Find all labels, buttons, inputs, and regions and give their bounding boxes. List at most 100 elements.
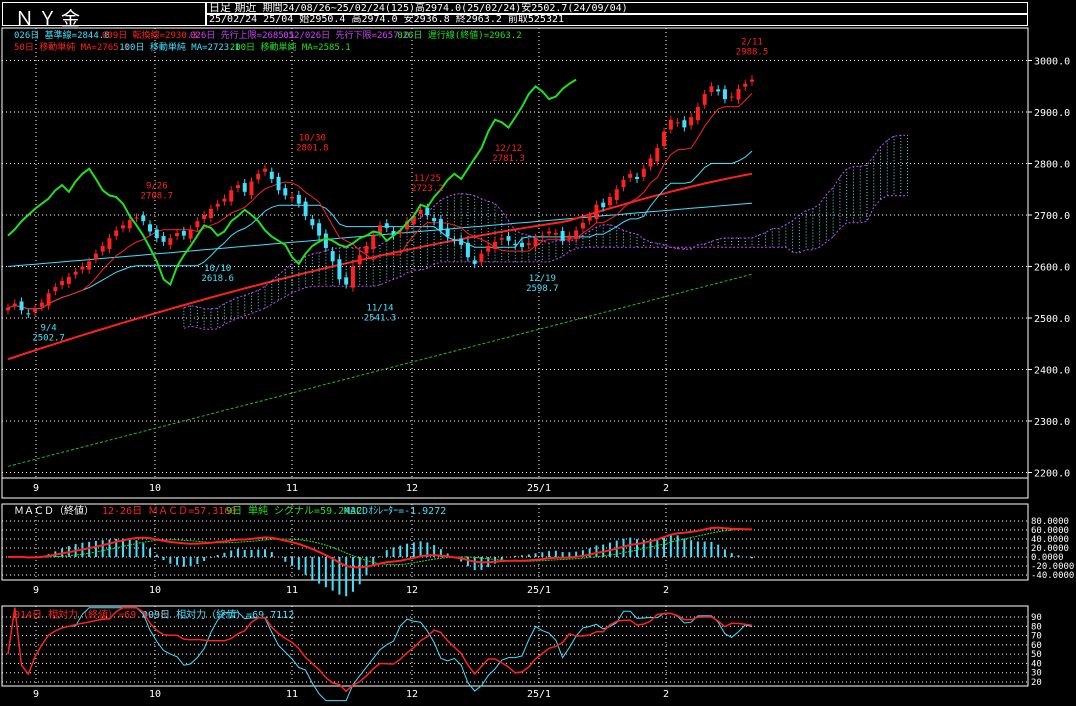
rsi-xtick-label: 12	[406, 689, 418, 700]
candle-body	[682, 120, 687, 128]
candle-body	[425, 207, 430, 215]
annotation-value: 2541.3	[364, 314, 397, 324]
candle-body	[587, 216, 592, 221]
candle-body	[208, 208, 213, 219]
candle-body	[357, 255, 362, 265]
price-xtick-label: 25/1	[527, 483, 551, 494]
rsi-xtick-label: 10	[149, 689, 161, 700]
candle-body	[168, 238, 173, 245]
price-xtick-label: 2	[663, 483, 669, 494]
candle-body	[80, 266, 85, 270]
rsi-xtick-label: 11	[286, 689, 298, 700]
rsi-xtick-label: 9	[33, 689, 39, 700]
macd-xtick-label: 10	[149, 585, 161, 596]
candle-body	[310, 219, 315, 226]
annotation-date: 11/14	[366, 304, 393, 314]
rsi-ytick-label: 20	[1031, 678, 1042, 688]
candle-body	[337, 259, 342, 280]
candle-body	[344, 277, 349, 285]
price-legend-item: 052/026日 先行下限=2657.0	[283, 29, 409, 41]
candle-body	[492, 241, 497, 249]
candle-body	[621, 179, 626, 188]
candle-body	[188, 229, 193, 239]
candle-body	[269, 171, 274, 179]
candle-body	[526, 243, 531, 245]
candle-body	[432, 218, 437, 222]
candle-body	[215, 203, 220, 207]
macd-title: ＭＡＣＤ（終値）	[14, 504, 94, 517]
candle-body	[547, 231, 552, 234]
candle-body	[134, 217, 139, 219]
candle-body	[114, 230, 119, 237]
price-xtick-label: 11	[286, 483, 298, 494]
price-ytick-label: 2500.0	[1034, 314, 1070, 325]
candle-body	[19, 301, 24, 311]
annotation-value: 2781.3	[492, 154, 525, 164]
candle-body	[127, 220, 132, 229]
candle-body	[323, 233, 328, 248]
candle-body	[148, 224, 153, 232]
candle-body	[350, 266, 355, 288]
price-legend-item: 026日 基準線=2844.8	[14, 29, 110, 41]
candle-body	[580, 222, 585, 229]
candle-body	[161, 236, 166, 242]
candle-body	[689, 117, 694, 126]
macd-xtick-label: 2	[663, 585, 669, 596]
candle-body	[107, 238, 112, 249]
annotation-date: 2/11	[741, 37, 763, 47]
candle-body	[722, 89, 727, 100]
price-legend-item: 009日 転換線=2930.3	[102, 29, 198, 41]
candle-body	[290, 196, 295, 199]
chikou-span-line	[7, 78, 577, 287]
candle-body	[452, 239, 457, 241]
candle-body	[303, 201, 308, 217]
candle-body	[296, 194, 301, 204]
price-legend-item: 026日 先行上限=2685.1	[190, 29, 295, 41]
macd-xtick-label: 11	[286, 585, 298, 596]
candle-body	[445, 228, 450, 237]
candle-body	[249, 181, 254, 195]
candle-body	[465, 242, 470, 258]
ma-legend-item: 200日 移動単純 MA=2585.1	[230, 41, 351, 53]
price-xtick-label: 12	[406, 483, 418, 494]
candle-body	[87, 261, 92, 270]
price-ytick-label: 2300.0	[1034, 417, 1070, 428]
annotation-date: 9/26	[146, 182, 168, 192]
candle-body	[702, 93, 707, 105]
candle-body	[743, 83, 748, 87]
price-ytick-label: 3000.0	[1034, 57, 1070, 68]
candle-body	[60, 280, 65, 286]
candle-body	[662, 131, 667, 146]
candle-body	[574, 230, 579, 239]
macd-ytick-label: -40.0000	[1031, 571, 1074, 581]
annotation-value: 2618.6	[201, 274, 234, 284]
candle-body	[472, 260, 477, 264]
candle-body	[729, 96, 734, 98]
candle-body	[195, 221, 200, 228]
annotation-value: 2988.5	[736, 47, 769, 57]
annotation-date: 10/10	[204, 264, 231, 274]
candle-body	[750, 79, 754, 82]
annotation-date: 11/25	[414, 174, 441, 184]
candle-body	[459, 238, 464, 245]
candle-body	[614, 189, 619, 201]
candle-body	[100, 245, 105, 252]
macd-xtick-label: 9	[33, 585, 39, 596]
candle-body	[154, 229, 159, 239]
candle-body	[229, 190, 234, 202]
candle-body	[73, 271, 78, 275]
candle-body	[520, 242, 525, 247]
candle-body	[276, 176, 281, 191]
candle-body	[371, 235, 376, 249]
ma-legend-item: 100日 移動単純 MA=2723.1	[119, 41, 240, 53]
candle-body	[222, 198, 227, 202]
candle-body	[479, 253, 484, 262]
rsi-xtick-label: 25/1	[527, 689, 551, 700]
macd-legend-item: 12-26日 ＭＡＣＤ=57.3160	[102, 506, 236, 517]
candle-body	[553, 233, 558, 235]
annotation-date: 9/4	[40, 324, 56, 334]
annotation-date: 10/30	[299, 134, 326, 144]
candle-body	[317, 223, 322, 236]
candle-body	[263, 168, 268, 172]
candle-body	[330, 251, 335, 262]
